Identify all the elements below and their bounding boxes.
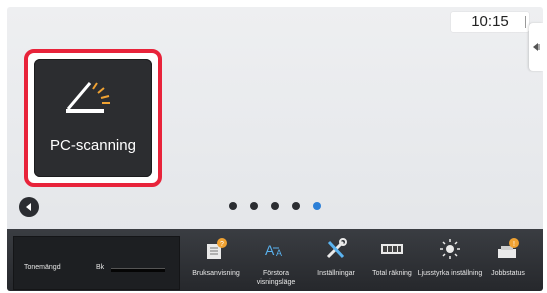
brightness-icon: [440, 239, 460, 259]
toner-level-panel: Tonemängd Bk: [13, 236, 180, 290]
page-indicator: [7, 202, 543, 210]
zoom-view-label: Förstora visningsläge: [256, 270, 296, 286]
settings-button[interactable]: Inställningar: [307, 235, 365, 289]
page-dot[interactable]: [313, 202, 321, 210]
device-frame: 10:15 PC-scanning Tonemängd Bk ? Bruksan…: [0, 0, 547, 293]
settings-tools-icon: [326, 238, 347, 259]
svg-text:A: A: [265, 242, 275, 258]
svg-text:!: !: [513, 241, 515, 248]
page-dot[interactable]: [250, 202, 258, 210]
home-screen: 10:15 PC-scanning Tonemängd Bk ? Bruksan…: [7, 7, 543, 291]
counter-icon: [381, 244, 403, 254]
toner-channel: Bk: [96, 264, 105, 271]
clock-time: 10:15: [471, 13, 509, 30]
toner-bar: [111, 268, 165, 272]
manual-icon: ?: [207, 238, 227, 259]
clock-divider: [525, 16, 526, 28]
job-status-label: Jobbstatus: [491, 270, 525, 277]
scanner-icon: [66, 82, 110, 113]
toner-label: Tonemängd: [24, 264, 61, 271]
brightness-label: Ljusstyrka inställning: [417, 270, 483, 277]
page-dot[interactable]: [271, 202, 279, 210]
pc-scanning-tile[interactable]: PC-scanning: [34, 59, 152, 177]
tile-label: PC-scanning: [50, 137, 136, 154]
zoom-view-button[interactable]: A A Förstora visningsläge: [247, 235, 305, 289]
job-status-button[interactable]: ! Jobbstatus: [479, 235, 537, 289]
manual-button[interactable]: ? Bruksanvisning: [187, 235, 245, 289]
page-dot[interactable]: [229, 202, 237, 210]
svg-text:?: ?: [220, 241, 224, 248]
taskbar: Tonemängd Bk ? Bruksanvisning A A Försto…: [7, 229, 543, 291]
toner-bar-fill: [111, 269, 165, 272]
side-panel-handle[interactable]: [529, 23, 543, 71]
total-count-label: Total räkning: [372, 270, 412, 277]
clock: 10:15: [451, 12, 529, 32]
page-dot[interactable]: [292, 202, 300, 210]
svg-text:A: A: [276, 248, 282, 258]
tile-highlight: PC-scanning: [24, 49, 162, 187]
chevron-left-icon: [533, 43, 540, 51]
zoom-text-icon: A A: [265, 242, 282, 258]
manual-label: Bruksanvisning: [192, 270, 240, 277]
brightness-button[interactable]: Ljusstyrka inställning: [418, 235, 482, 289]
total-count-button[interactable]: Total räkning: [363, 235, 421, 289]
job-status-icon: !: [498, 238, 519, 258]
